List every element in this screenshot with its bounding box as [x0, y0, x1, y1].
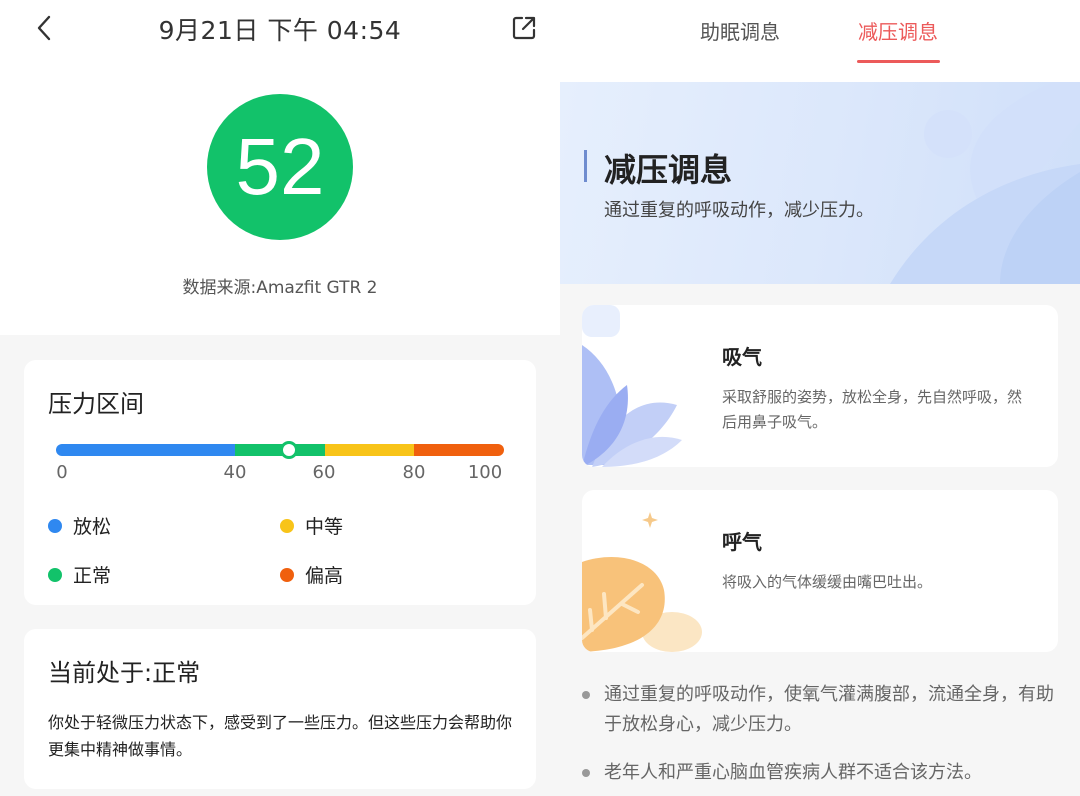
legend-label: 中等 [305, 516, 344, 538]
legend-label: 正常 [73, 565, 112, 587]
stress-summary-section: 9月21日 下午 04:54 52 数据来源:Amazfit GTR 2 [0, 0, 560, 335]
data-source-label: 数据来源:Amazfit GTR 2 [182, 278, 378, 298]
range-segment-moderate [324, 444, 415, 456]
legend-label: 放松 [73, 516, 112, 538]
stress-level-marker [279, 441, 298, 459]
stress-range-bar [56, 441, 504, 459]
range-segment-relaxed [56, 444, 236, 456]
tab-sleep-breathing[interactable]: 助眠调息 [700, 16, 780, 45]
leaf-icon [582, 512, 702, 652]
inhale-step-description: 采取舒服的姿势，放松全身，先自然呼吸，然后用鼻子吸气。 [722, 388, 1023, 431]
exhale-step-title: 呼气 [722, 530, 762, 554]
stress-detail-panel: 9月21日 下午 04:54 52 数据来源:Amazfit GTR 2 压力区… [0, 0, 560, 796]
breathing-notes-list: 通过重复的呼吸动作，使氧气灌满腹部，流通全身，有助于放松身心，减少压力。 老年人… [580, 680, 1070, 796]
inhale-step-card: 吸气 采取舒服的姿势，放松全身，先自然呼吸，然后用鼻子吸气。 [582, 305, 1058, 467]
legend-dot [280, 567, 294, 582]
range-tick-80: 80 [402, 462, 426, 483]
range-segment-high [414, 444, 504, 456]
legend-label: 偏高 [305, 565, 344, 587]
current-status-title: 当前处于:正常 [48, 659, 201, 687]
legend-item-normal: 正常 [48, 561, 111, 588]
range-tick-60: 60 [312, 462, 336, 483]
lotus-icon [582, 305, 682, 467]
range-tick-40: 40 [223, 462, 247, 483]
inhale-step-title: 吸气 [722, 345, 762, 369]
page-title: 9月21日 下午 04:54 [158, 16, 402, 45]
range-tick-0: 0 [56, 462, 68, 483]
stress-score-value: 52 [235, 122, 325, 211]
banner-accent-bar [584, 150, 587, 182]
legend-item-moderate: 中等 [280, 512, 343, 539]
legend-item-high: 偏高 [280, 561, 343, 588]
banner-subtitle: 通过重复的呼吸动作，减少压力。 [604, 200, 874, 221]
note-item: 老年人和严重心脑血管疾病人群不适合该方法。 [580, 758, 1070, 788]
current-status-description: 你处于轻微压力状态下，感受到了一些压力。但这些压力会帮助你更集中精神做事情。 [48, 713, 513, 759]
current-status-card: 当前处于:正常 你处于轻微压力状态下，感受到了一些压力。但这些压力会帮助你更集中… [24, 629, 536, 789]
stress-breathing-banner: 减压调息 通过重复的呼吸动作，减少压力。 [560, 82, 1080, 284]
tab-stress-breathing[interactable]: 减压调息 [858, 16, 938, 45]
stress-range-card: 压力区间 0 40 60 80 100 放松 中等 正常 偏高 [24, 360, 536, 605]
legend-dot [48, 567, 62, 582]
banner-title: 减压调息 [604, 151, 733, 189]
exhale-step-description: 将吸入的气体缓缓由嘴巴吐出。 [722, 573, 933, 591]
share-icon [512, 16, 536, 40]
breathing-guide-panel: 助眠调息 减压调息 减压调息 通过重复的呼吸动作，减少压力。 吸气 采取舒服的姿… [560, 0, 1080, 796]
active-tab-indicator [857, 60, 940, 63]
stress-range-title: 压力区间 [48, 390, 144, 418]
share-button[interactable] [506, 10, 542, 46]
legend-dot [280, 518, 294, 533]
legend-dot [48, 518, 62, 533]
range-tick-100: 100 [467, 462, 503, 483]
breathing-tabs: 助眠调息 减压调息 [560, 0, 1080, 82]
stress-score-badge: 52 [207, 94, 353, 240]
note-item: 通过重复的呼吸动作，使氧气灌满腹部，流通全身，有助于放松身心，减少压力。 [580, 680, 1070, 740]
legend-item-relaxed: 放松 [48, 512, 111, 539]
exhale-step-card: 呼气 将吸入的气体缓缓由嘴巴吐出。 [582, 490, 1058, 652]
